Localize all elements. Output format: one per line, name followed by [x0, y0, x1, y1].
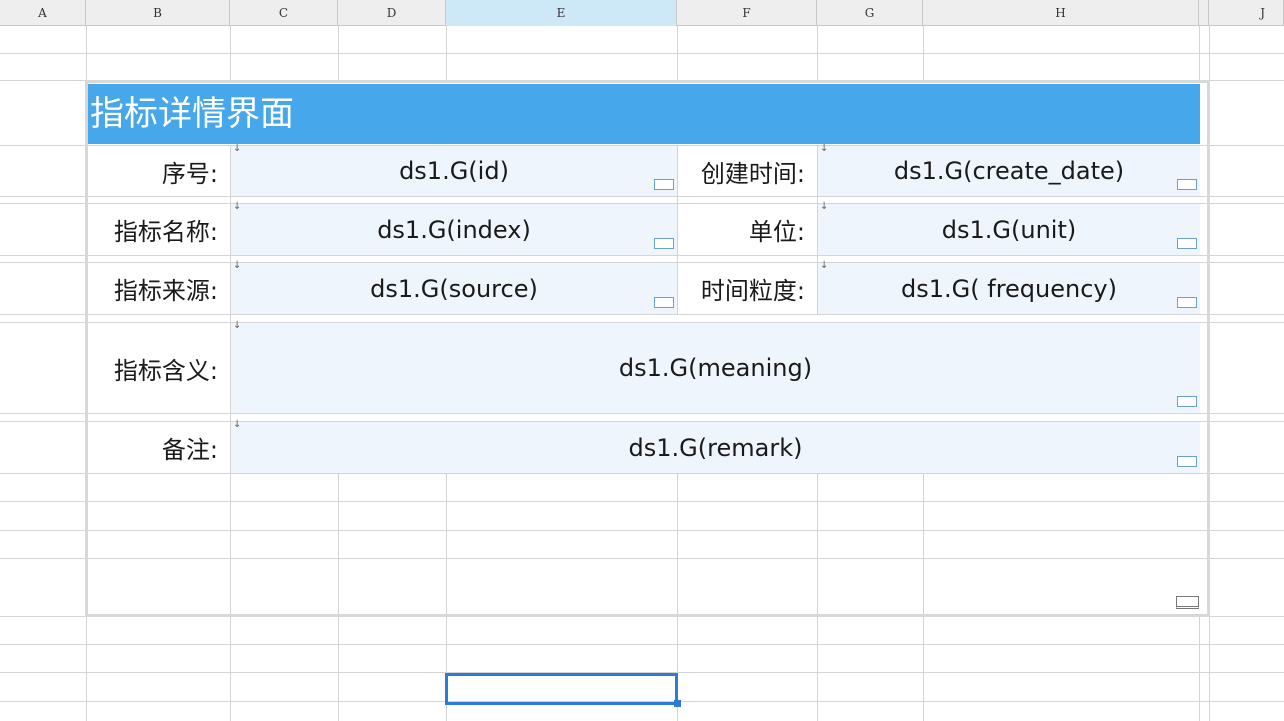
grid-line: [88, 530, 1207, 531]
column-header-j[interactable]: J: [1209, 0, 1284, 26]
grid-line: [88, 413, 1207, 414]
frequency-value: ds1.G( frequency): [901, 274, 1117, 303]
widget-marker-icon: [654, 297, 674, 308]
expand-down-icon: ↓: [820, 260, 829, 271]
widget-marker-icon: [1177, 179, 1197, 190]
grid-line: [88, 501, 1207, 502]
meaning-value: ds1.G(meaning): [618, 354, 813, 382]
report-block-marker-icon[interactable]: [1176, 596, 1199, 609]
grid-line: [88, 255, 1207, 256]
create-date-value-cell[interactable]: ↓ ds1.G(create_date): [818, 143, 1200, 196]
id-value-cell[interactable]: ↓ ds1.G(id): [231, 143, 677, 196]
meaning-label[interactable]: 指标含义:: [88, 323, 230, 413]
widget-marker-icon: [1177, 297, 1197, 308]
column-header-i[interactable]: [1199, 0, 1209, 26]
column-header-bar: A B C D E F G H J: [0, 0, 1284, 26]
grid-line: [88, 473, 1207, 474]
create-date-value: ds1.G(create_date): [893, 157, 1125, 185]
grid-line: [0, 644, 1284, 645]
widget-marker-icon: [654, 179, 674, 190]
unit-label[interactable]: 单位:: [678, 204, 817, 255]
source-value-cell[interactable]: ↓ ds1.G(source): [231, 260, 677, 314]
frequency-value-cell[interactable]: ↓ ds1.G( frequency): [818, 260, 1200, 314]
grid-line: [338, 473, 339, 614]
index-value-cell[interactable]: ↓ ds1.G(index): [231, 201, 677, 255]
grid-line: [446, 473, 447, 614]
remark-value: ds1.G(remark): [628, 433, 803, 462]
grid-line: [88, 314, 1207, 315]
widget-marker-icon: [1177, 396, 1197, 407]
index-source-label[interactable]: 指标来源:: [88, 263, 230, 314]
column-header-f[interactable]: F: [677, 0, 817, 26]
column-header-g[interactable]: G: [817, 0, 923, 26]
grid-line: [923, 473, 924, 614]
unit-value: ds1.G(unit): [941, 215, 1077, 244]
expand-down-icon: ↓: [233, 260, 242, 271]
column-header-c[interactable]: C: [230, 0, 338, 26]
expand-down-icon: ↓: [820, 201, 829, 212]
column-header-e[interactable]: E: [446, 0, 677, 26]
expand-down-icon: ↓: [233, 201, 242, 212]
fill-handle[interactable]: [674, 700, 681, 707]
active-cell-selection[interactable]: [445, 673, 678, 705]
expand-down-icon: ↓: [233, 320, 242, 331]
unit-value-cell[interactable]: ↓ ds1.G(unit): [818, 201, 1200, 255]
widget-marker-icon: [654, 238, 674, 249]
expand-down-icon: ↓: [233, 143, 242, 154]
id-value: ds1.G(id): [399, 157, 509, 185]
grid-line: [0, 53, 1284, 54]
create-date-label[interactable]: 创建时间:: [678, 146, 817, 196]
column-header-b[interactable]: B: [86, 0, 230, 26]
widget-marker-icon: [1177, 456, 1197, 467]
index-value: ds1.G(index): [377, 215, 531, 244]
index-name-label[interactable]: 指标名称:: [88, 204, 230, 255]
frequency-label[interactable]: 时间粒度:: [678, 263, 817, 314]
source-value: ds1.G(source): [370, 274, 538, 303]
expand-down-icon: ↓: [820, 143, 829, 154]
column-header-d[interactable]: D: [338, 0, 446, 26]
widget-marker-icon: [1177, 238, 1197, 249]
column-header-h[interactable]: H: [923, 0, 1199, 26]
report-title[interactable]: 指标详情界面: [88, 84, 1200, 144]
remark-value-cell[interactable]: ↓ ds1.G(remark): [231, 419, 1200, 473]
remark-label[interactable]: 备注:: [88, 422, 230, 473]
id-label[interactable]: 序号:: [88, 146, 230, 196]
grid-line: [817, 473, 818, 614]
grid-line: [88, 196, 1207, 197]
expand-down-icon: ↓: [233, 419, 242, 430]
column-header-a[interactable]: A: [0, 0, 86, 26]
meaning-value-cell[interactable]: ↓ ds1.G(meaning): [231, 320, 1200, 413]
grid-line: [88, 558, 1207, 559]
grid-line: [677, 473, 678, 614]
